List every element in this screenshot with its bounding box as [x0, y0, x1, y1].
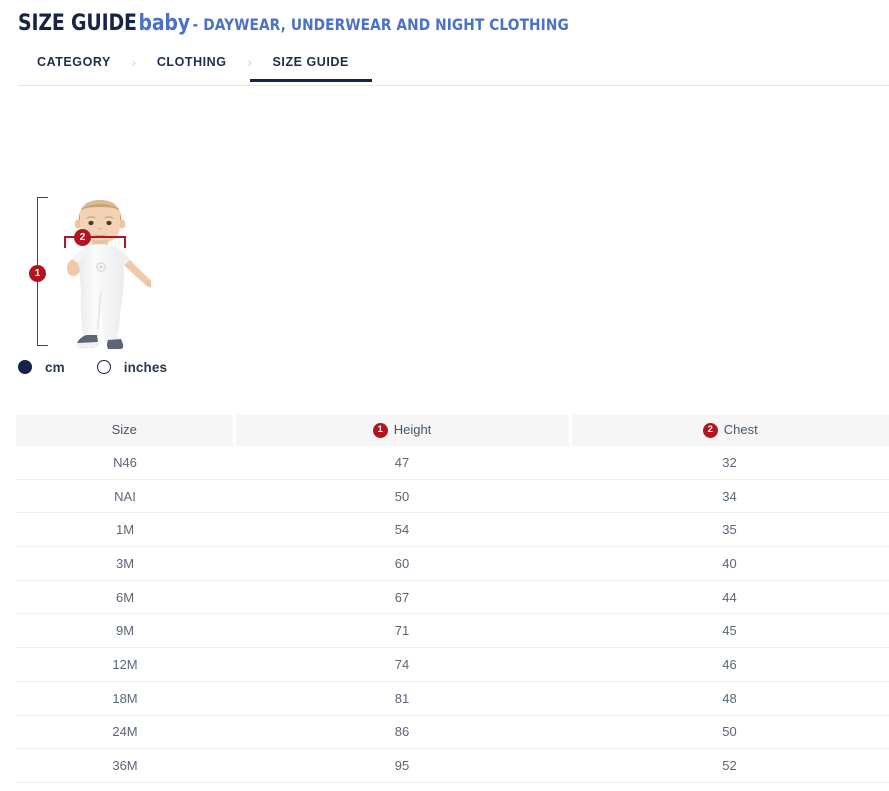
size-guide-table: Size 1 Height 2 Chest N46 47 32 NAI [16, 414, 889, 783]
page-title-main: SIZE GUIDE [18, 11, 137, 36]
unit-selector: cm inches [18, 357, 167, 377]
cell-height: 54 [234, 513, 570, 547]
cell-height: 81 [234, 681, 570, 715]
table-row: 24M 86 50 [16, 715, 889, 749]
table-row: N46 47 32 [16, 446, 889, 479]
cell-height: 86 [234, 715, 570, 749]
cell-chest: 52 [570, 749, 889, 783]
chevron-right-icon: › [113, 55, 155, 79]
height-measure-cap-top [37, 197, 48, 198]
column-header-size-label: Size [112, 422, 137, 438]
table-row: 6M 67 44 [16, 580, 889, 614]
height-measure-cap-bottom [37, 345, 48, 346]
page-title-category: baby [138, 11, 190, 36]
unit-label-inches: inches [124, 360, 167, 375]
cell-height: 74 [234, 648, 570, 682]
radio-cm[interactable] [18, 360, 32, 374]
table-header: Size 1 Height 2 Chest [16, 414, 889, 446]
cell-chest: 35 [570, 513, 889, 547]
cell-size: N46 [16, 446, 234, 479]
breadcrumb: CATEGORY › CLOTHING › SIZE GUIDE [35, 52, 351, 82]
measure-marker-1: 1 [29, 265, 46, 282]
cell-chest: 48 [570, 681, 889, 715]
chevron-right-icon: › [229, 55, 271, 79]
cell-chest: 46 [570, 648, 889, 682]
radio-inches[interactable] [97, 360, 111, 374]
table-row: 12M 74 46 [16, 648, 889, 682]
table-row: 1M 54 35 [16, 513, 889, 547]
table-row: 3M 60 40 [16, 547, 889, 581]
measure-marker-2: 2 [74, 229, 91, 246]
unit-option-inches[interactable]: inches [97, 360, 167, 375]
table-body: N46 47 32 NAI 50 34 1M 54 35 3M 60 40 6M… [16, 446, 889, 782]
unit-label-cm: cm [45, 360, 65, 375]
column-header-height-label: Height [394, 422, 432, 438]
breadcrumb-item-category[interactable]: CATEGORY [35, 55, 113, 79]
cell-size: 18M [16, 681, 234, 715]
cell-chest: 32 [570, 446, 889, 479]
cell-size: 24M [16, 715, 234, 749]
unit-option-cm[interactable]: cm [18, 360, 65, 375]
cell-size: 36M [16, 749, 234, 783]
table-row: NAI 50 34 [16, 479, 889, 513]
cell-size: 3M [16, 547, 234, 581]
cell-height: 71 [234, 614, 570, 648]
cell-size: 6M [16, 580, 234, 614]
breadcrumb-item-clothing[interactable]: CLOTHING [155, 55, 229, 79]
cell-height: 67 [234, 580, 570, 614]
cell-height: 60 [234, 547, 570, 581]
cell-height: 47 [234, 446, 570, 479]
breadcrumb-item-size-guide[interactable]: SIZE GUIDE [271, 55, 351, 79]
cell-size: 1M [16, 513, 234, 547]
badge-2-icon: 2 [703, 423, 718, 438]
cell-size: NAI [16, 479, 234, 513]
cell-chest: 45 [570, 614, 889, 648]
breadcrumb-divider [18, 85, 889, 86]
table-header-row: Size 1 Height 2 Chest [16, 414, 889, 446]
measurement-figure: 1 2 [18, 188, 178, 353]
page-title: SIZE GUIDEbaby- DAYWEAR, UNDERWEAR AND N… [18, 11, 569, 38]
cell-size: 9M [16, 614, 234, 648]
column-header-chest: 2 Chest [570, 414, 889, 446]
cell-chest: 34 [570, 479, 889, 513]
cell-chest: 50 [570, 715, 889, 749]
badge-1-icon: 1 [373, 423, 388, 438]
table-row: 36M 95 52 [16, 749, 889, 783]
table-row: 18M 81 48 [16, 681, 889, 715]
cell-height: 50 [234, 479, 570, 513]
column-header-height: 1 Height [234, 414, 570, 446]
baby-photo [51, 195, 151, 350]
cell-chest: 44 [570, 580, 889, 614]
column-header-chest-label: Chest [724, 422, 758, 438]
cell-chest: 40 [570, 547, 889, 581]
table-row: 9M 71 45 [16, 614, 889, 648]
cell-size: 12M [16, 648, 234, 682]
cell-height: 95 [234, 749, 570, 783]
column-header-size: Size [16, 414, 234, 446]
page-title-description: - DAYWEAR, UNDERWEAR AND NIGHT CLOTHING [193, 15, 569, 34]
